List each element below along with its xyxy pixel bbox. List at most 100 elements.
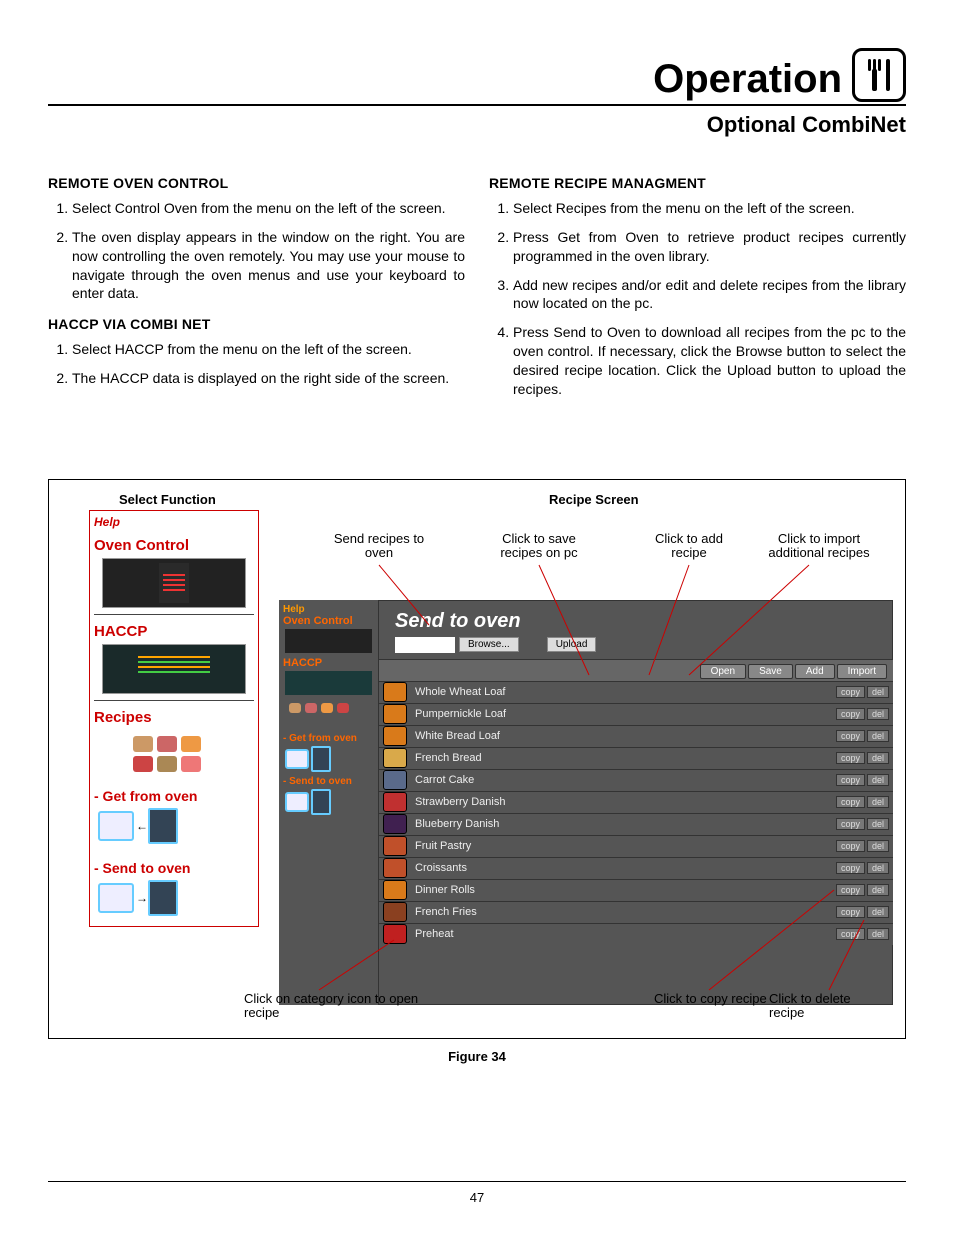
toolbar-open-button[interactable]: Open — [700, 664, 746, 679]
panel-help-link[interactable]: Help — [283, 604, 374, 615]
figure-34: Select Function Recipe Screen Help Oven … — [48, 479, 906, 1039]
delete-button[interactable]: del — [867, 686, 889, 698]
panel-send-to-oven[interactable]: - Send to oven — [283, 776, 374, 787]
toolbar-save-button[interactable]: Save — [748, 664, 793, 679]
file-path-input[interactable] — [395, 637, 455, 653]
recipe-name: Preheat — [411, 928, 834, 940]
recipe-name: French Bread — [411, 752, 834, 764]
recipe-category-icon[interactable] — [383, 704, 407, 724]
copy-button[interactable]: copy — [836, 906, 865, 918]
delete-button[interactable]: del — [867, 730, 889, 742]
copy-button[interactable]: copy — [836, 774, 865, 786]
delete-button[interactable]: del — [867, 708, 889, 720]
browse-button[interactable]: Browse... — [459, 637, 519, 652]
figure-label: Figure 34 — [48, 1049, 906, 1064]
page-number: 47 — [48, 1181, 906, 1205]
get-from-oven-icon: ← — [98, 808, 250, 844]
label-recipe-screen: Recipe Screen — [549, 492, 639, 507]
delete-button[interactable]: del — [867, 862, 889, 874]
menu-haccp[interactable]: HACCP — [94, 623, 254, 640]
recipe-category-icon[interactable] — [383, 924, 407, 944]
panel-oven-control[interactable]: Oven Control — [283, 615, 374, 627]
copy-button[interactable]: copy — [836, 708, 865, 720]
copy-button[interactable]: copy — [836, 818, 865, 830]
callout-delete-recipe: Click to delete recipe — [769, 992, 889, 1021]
recipe-row[interactable]: Dinner Rollscopydel — [379, 880, 893, 902]
delete-button[interactable]: del — [867, 928, 889, 940]
instruction: Add new recipes and/or edit and delete r… — [513, 276, 906, 314]
help-link[interactable]: Help — [94, 515, 254, 529]
recipe-row[interactable]: Blueberry Danishcopydel — [379, 814, 893, 836]
recipe-name: Carrot Cake — [411, 774, 834, 786]
recipe-name: French Fries — [411, 906, 834, 918]
delete-button[interactable]: del — [867, 818, 889, 830]
oven-icon — [102, 558, 246, 608]
instruction: Press Get from Oven to retrieve product … — [513, 228, 906, 266]
copy-button[interactable]: copy — [836, 730, 865, 742]
callout-add-recipe: Click to add recipe — [649, 532, 729, 561]
label-select-function: Select Function — [119, 492, 216, 507]
recipe-row[interactable]: Croissantscopydel — [379, 858, 893, 880]
recipe-row[interactable]: Whole Wheat Loafcopydel — [379, 682, 893, 704]
recipe-name: Fruit Pastry — [411, 840, 834, 852]
recipe-category-icon[interactable] — [383, 792, 407, 812]
delete-button[interactable]: del — [867, 774, 889, 786]
recipe-category-icon[interactable] — [383, 770, 407, 790]
page-subtitle: Optional CombiNet — [48, 112, 906, 138]
upload-button[interactable]: Upload — [547, 637, 597, 652]
copy-button[interactable]: copy — [836, 796, 865, 808]
menu-recipes[interactable]: Recipes — [94, 709, 254, 726]
copy-button[interactable]: copy — [836, 862, 865, 874]
delete-button[interactable]: del — [867, 752, 889, 764]
copy-button[interactable]: copy — [836, 884, 865, 896]
function-menu: Help Oven Control HACCP Recipes - Get fr… — [89, 510, 259, 927]
recipe-screen-panel: Help Oven Control HACCP - Get from oven … — [279, 600, 893, 1005]
recipe-name: Pumpernickle Loaf — [411, 708, 834, 720]
recipe-category-icon[interactable] — [383, 748, 407, 768]
heading-remote-oven: REMOTE OVEN CONTROL — [48, 174, 465, 193]
instruction: Select Recipes from the menu on the left… — [513, 199, 906, 218]
recipe-category-icon[interactable] — [383, 858, 407, 878]
toolbar-import-button[interactable]: Import — [837, 664, 887, 679]
recipe-row[interactable]: White Bread Loafcopydel — [379, 726, 893, 748]
menu-oven-control[interactable]: Oven Control — [94, 537, 254, 554]
recipe-name: White Bread Loaf — [411, 730, 834, 742]
copy-button[interactable]: copy — [836, 840, 865, 852]
instruction: Press Send to Oven to download all recip… — [513, 323, 906, 399]
recipe-row[interactable]: French Friescopydel — [379, 902, 893, 924]
recipe-row[interactable]: French Breadcopydel — [379, 748, 893, 770]
menu-get-from-oven[interactable]: - Get from oven — [94, 788, 254, 804]
panel-haccp[interactable]: HACCP — [283, 657, 374, 669]
recipes-icon — [102, 730, 246, 778]
recipe-name: Blueberry Danish — [411, 818, 834, 830]
recipe-row[interactable]: Pumpernickle Loafcopydel — [379, 704, 893, 726]
toolbar-add-button[interactable]: Add — [795, 664, 835, 679]
heading-haccp: HACCP VIA COMBI NET — [48, 315, 465, 334]
instruction: Select HACCP from the menu on the left o… — [72, 340, 465, 359]
recipe-row[interactable]: Strawberry Danishcopydel — [379, 792, 893, 814]
delete-button[interactable]: del — [867, 796, 889, 808]
recipe-name: Dinner Rolls — [411, 884, 834, 896]
recipe-row[interactable]: Carrot Cakecopydel — [379, 770, 893, 792]
recipe-row[interactable]: Fruit Pastrycopydel — [379, 836, 893, 858]
delete-button[interactable]: del — [867, 906, 889, 918]
panel-title: Send to oven — [379, 600, 893, 637]
recipe-category-icon[interactable] — [383, 836, 407, 856]
copy-button[interactable]: copy — [836, 752, 865, 764]
recipe-name: Whole Wheat Loaf — [411, 686, 834, 698]
recipe-category-icon[interactable] — [383, 902, 407, 922]
copy-button[interactable]: copy — [836, 686, 865, 698]
recipe-row[interactable]: Preheatcopydel — [379, 924, 893, 945]
recipe-category-icon[interactable] — [383, 726, 407, 746]
copy-button[interactable]: copy — [836, 928, 865, 940]
delete-button[interactable]: del — [867, 840, 889, 852]
menu-send-to-oven[interactable]: - Send to oven — [94, 860, 254, 876]
utensil-icon — [852, 48, 906, 102]
recipe-category-icon[interactable] — [383, 880, 407, 900]
instruction: Select Control Oven from the menu on the… — [72, 199, 465, 218]
panel-get-from-oven[interactable]: - Get from oven — [283, 733, 374, 744]
page-title: Operation — [653, 57, 842, 102]
delete-button[interactable]: del — [867, 884, 889, 896]
recipe-category-icon[interactable] — [383, 814, 407, 834]
recipe-category-icon[interactable] — [383, 682, 407, 702]
